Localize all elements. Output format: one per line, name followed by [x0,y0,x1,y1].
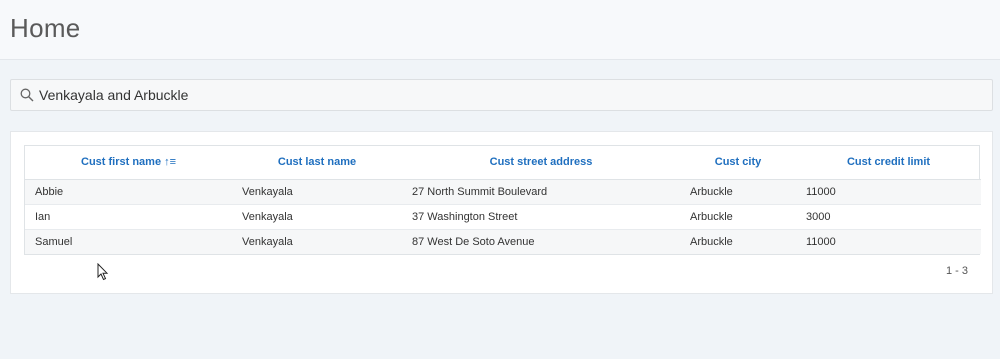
cell-last-name: Venkayala [232,203,402,229]
table-row[interactable]: Samuel Venkayala 87 West De Soto Avenue … [25,228,981,254]
column-header-first-name[interactable]: Cust first name ↑≡ [25,146,232,180]
header-row: Cust first name ↑≡ Cust last name Cust st… [25,146,981,180]
column-header-street-address[interactable]: Cust street address [402,146,680,180]
cell-street-address: 27 North Summit Boulevard [402,179,680,204]
pagination-range: 1 - 3 [945,265,968,277]
cell-first-name: Samuel [25,228,232,254]
cell-first-name: Abbie [25,179,232,204]
column-header-label: Cust street address [489,156,593,169]
column-header-last-name[interactable]: Cust last name [232,146,402,180]
cell-credit-limit: 11000 [796,228,981,254]
cell-last-name: Venkayala [232,228,402,254]
search-input[interactable] [39,80,979,110]
cell-credit-limit: 11000 [796,179,981,204]
page-header: Home [0,0,1000,60]
column-header-label: Cust city [714,156,762,169]
column-header-label: Cust credit limit [846,156,931,169]
column-header-credit-limit[interactable]: Cust credit limit [796,146,981,180]
cell-city: Arbuckle [680,203,796,229]
sort-ascending-icon[interactable]: ↑≡ [164,156,176,168]
column-header-city[interactable]: Cust city [680,146,796,180]
table-row[interactable]: Ian Venkayala 37 Washington Street Arbuc… [25,203,981,229]
column-header-label: Cust last name [277,156,357,169]
cell-city: Arbuckle [680,228,796,254]
cell-credit-limit: 3000 [796,203,981,229]
results-grid: Cust first name ↑≡ Cust last name Cust st… [24,145,981,255]
cell-city: Arbuckle [680,179,796,204]
search-icon [20,88,34,102]
results-table: Cust first name ↑≡ Cust last name Cust st… [25,146,981,254]
results-panel: Cust first name ↑≡ Cust last name Cust st… [10,131,993,294]
cell-last-name: Venkayala [232,179,402,204]
cell-first-name: Ian [25,203,232,229]
mouse-pointer-icon [97,263,109,281]
page-title: Home [10,13,81,43]
search-bar[interactable] [10,79,993,111]
column-header-label: Cust first name [81,156,162,169]
cell-street-address: 87 West De Soto Avenue [402,228,680,254]
cell-street-address: 37 Washington Street [402,203,680,229]
table-row[interactable]: Abbie Venkayala 27 North Summit Boulevar… [25,179,981,204]
